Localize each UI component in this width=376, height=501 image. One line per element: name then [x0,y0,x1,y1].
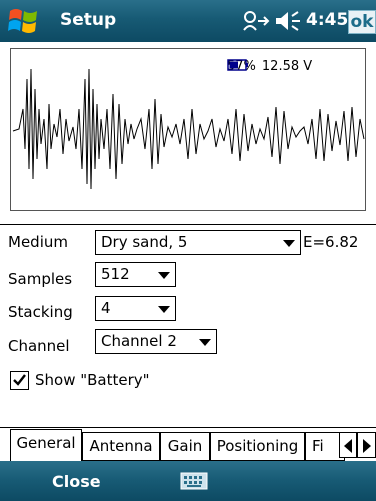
show-battery-checkbox[interactable] [10,371,29,390]
chevron-down-icon [158,272,170,279]
stacking-dropdown[interactable]: 4 [95,296,176,321]
tab-gain[interactable]: Gain [160,432,210,461]
permittivity-value: E=6.82 [303,233,359,251]
tab-antenna[interactable]: Antenna [82,432,160,461]
windows-start-icon[interactable] [6,5,42,37]
tab-general[interactable]: General [10,429,82,461]
connectivity-icon[interactable] [240,8,270,34]
tab-scroll-left-button[interactable] [339,432,357,458]
show-battery-label[interactable]: Show "Battery" [35,371,150,389]
stacking-label: Stacking [8,303,73,321]
samples-label: Samples [8,270,73,288]
title-bar: Setup 4:45 ok [0,0,376,42]
battery-voltage: 12.58 V [261,59,313,74]
samples-dropdown[interactable]: 512 [95,262,176,287]
medium-dropdown[interactable]: Dry sand, 5 [95,230,301,255]
ok-button[interactable]: ok [348,10,376,34]
tab-strip: General Antenna Gain Positioning Fi [0,427,376,461]
clock[interactable]: 4:45 [306,10,348,30]
keyboard-icon[interactable] [180,472,208,490]
panel-divider [0,224,376,225]
channel-dropdown[interactable]: Channel 2 [95,329,217,354]
battery-icon [227,59,248,71]
waveform-display: 57% 12.58 V [10,48,366,211]
speaker-icon[interactable] [274,10,302,32]
samples-value: 512 [101,265,130,283]
arrow-left-icon [344,439,352,453]
medium-label: Medium [8,233,68,251]
tab-scroll-right-button[interactable] [357,432,376,458]
chevron-down-icon [158,306,170,313]
battery-readout: 57% 12.58 V [227,59,312,74]
channel-value: Channel 2 [101,332,177,350]
chevron-down-icon [199,339,211,346]
channel-label: Channel [8,337,70,355]
stacking-value: 4 [101,299,111,317]
tab-positioning[interactable]: Positioning [210,432,305,461]
medium-value: Dry sand, 5 [101,233,188,251]
window-title: Setup [60,10,117,30]
chevron-down-icon [283,240,295,247]
close-softkey[interactable]: Close [52,472,101,491]
checkmark-icon [13,374,26,386]
menu-bar: Close [0,461,376,501]
arrow-right-icon [363,439,371,453]
